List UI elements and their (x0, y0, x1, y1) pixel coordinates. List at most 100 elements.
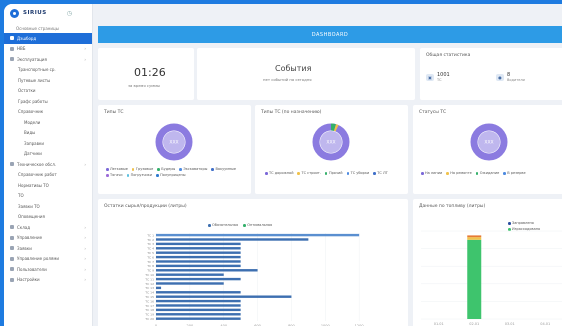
bar[interactable] (156, 269, 258, 272)
bar[interactable] (156, 313, 241, 316)
legend-item[interactable]: ТС ЛТ (373, 171, 388, 176)
sidebar-item[interactable]: Дэшборд (4, 33, 92, 44)
legend-item[interactable]: Вакуумные (211, 167, 236, 172)
bar[interactable] (156, 308, 241, 312)
legend-item[interactable]: ТС строит. (297, 171, 321, 176)
sidebar-item[interactable]: Заявки ТО (4, 201, 92, 212)
x-tick-label: 01.01 (434, 322, 444, 326)
clock-icon[interactable]: ◷ (67, 10, 72, 17)
stat-vehicles-label: ТС (437, 78, 442, 82)
remains-bar-chart: 0 200 400 600 800 1000 1200ТС 1ТС 2ТС 3ТС 4ТС … (144, 233, 364, 326)
legend-item[interactable]: Грузовые (131, 167, 153, 172)
bar[interactable] (156, 251, 241, 254)
sidebar-item[interactable]: Справочник работ (4, 170, 92, 181)
y-tick-label: ТС 3 (146, 242, 154, 246)
chevron-right-icon: › (84, 245, 86, 251)
stats-title: Общая статистика (426, 53, 471, 58)
app-window: SIRIUS ◷ Основные страницы Дэшборд НВБ › Эк… (4, 4, 562, 326)
sidebar-item-label: Нормативы ТО (18, 182, 49, 188)
sidebar-item[interactable]: Заправки (4, 138, 92, 149)
legend-item[interactable]: Экскаваторы (179, 167, 207, 172)
sidebar-item-label: Настройки (17, 277, 40, 283)
donut-center-value: XXX (169, 140, 178, 146)
remains-chart-card: Остатки сырья/продукции (литры) Обязател… (98, 199, 408, 326)
legend-item[interactable]: На линии (421, 171, 442, 176)
legend-item[interactable]: Полуприцепы (156, 173, 186, 178)
bar[interactable] (156, 264, 241, 268)
sidebar-item[interactable]: Путевые листы (4, 75, 92, 86)
sidebar-item[interactable]: НВБ › (4, 44, 92, 55)
bar[interactable] (156, 299, 241, 303)
logo[interactable]: SIRIUS ◷ (4, 4, 92, 22)
y-tick-label: ТС 12 (144, 282, 154, 286)
bar[interactable] (156, 304, 241, 307)
legend-item[interactable]: Легковые (106, 167, 128, 172)
sidebar-item[interactable]: Нормативы ТО (4, 180, 92, 191)
y-tick-label: ТС 19 (144, 313, 154, 317)
y-tick-label: ТС 18 (144, 308, 154, 312)
bar[interactable] (156, 295, 292, 298)
y-tick-label: ТС 11 (144, 277, 154, 281)
legend-item[interactable]: На ремонте (446, 171, 472, 176)
sidebar-item[interactable]: Остатки (4, 86, 92, 97)
legend-item[interactable]: Ожидание (475, 171, 499, 176)
sidebar-item-label: ТО (18, 193, 24, 199)
sidebar-item-label: Транспортные ср. (18, 67, 56, 73)
sidebar-item[interactable]: Модели (4, 117, 92, 128)
donut-center-value: XXX (326, 140, 335, 146)
donut-title: Статусы ТС (419, 110, 447, 115)
legend-item[interactable]: Прочий (324, 171, 343, 176)
y-tick-label: ТС 4 (146, 247, 154, 251)
y-tick-label: ТС 7 (146, 260, 154, 264)
bar-segment[interactable] (467, 239, 482, 319)
bar[interactable] (156, 273, 224, 276)
sidebar-item[interactable]: Техническое обсл. › (4, 159, 92, 170)
sidebar-item[interactable]: Виды (4, 128, 92, 139)
legend-item[interactable]: Будеры (157, 167, 175, 172)
bar[interactable] (156, 291, 241, 294)
legend-item[interactable]: Погрузчики (126, 173, 152, 178)
legend-item[interactable]: Тягачи (106, 173, 123, 178)
logo-icon (10, 8, 19, 18)
sidebar-item-label: Заявки (17, 245, 32, 251)
sidebar-item[interactable]: Заявки › (4, 243, 92, 254)
main-content: DASHBOARD 01:26 за время суммы События н… (93, 4, 562, 326)
bar[interactable] (156, 317, 241, 320)
sidebar-item[interactable]: ТО (4, 191, 92, 202)
donut-card-purpose: Типы ТС (по назначению) XXX ТС дорожной Т… (255, 105, 408, 194)
donut-title: Типы ТС (по назначению) (261, 110, 322, 115)
sidebar-item-label: Заправки (24, 140, 44, 146)
bar[interactable] (156, 286, 162, 290)
sidebar-item[interactable]: Транспортные ср. (4, 65, 92, 76)
sidebar-item[interactable]: Графс работы (4, 96, 92, 107)
sidebar-item[interactable]: Настройки › (4, 275, 92, 286)
menu-icon (10, 267, 14, 272)
sidebar-item[interactable]: Управление ролями › (4, 254, 92, 265)
donut-card-types: Типы ТС XXX Легковые Грузовые Будеры Экскав… (98, 105, 251, 194)
menu-icon (10, 256, 14, 261)
bar[interactable] (156, 247, 241, 250)
bar[interactable] (156, 282, 224, 285)
legend-item[interactable]: ТС дорожной (265, 171, 293, 176)
y-tick-label: ТС 9 (146, 269, 154, 273)
sidebar-item[interactable]: Справочник (4, 107, 92, 118)
chevron-right-icon: › (84, 46, 86, 52)
bar[interactable] (156, 242, 241, 246)
bar[interactable] (156, 233, 360, 237)
sidebar-item[interactable]: Склад › (4, 222, 92, 233)
bar[interactable] (156, 277, 241, 281)
bar[interactable] (156, 255, 241, 259)
y-tick-label: ТС 15 (144, 295, 154, 299)
sidebar-item[interactable]: Оповещения (4, 212, 92, 223)
legend-item[interactable]: ТС уборки (346, 171, 369, 176)
bar-segment[interactable] (467, 237, 482, 240)
bar[interactable] (156, 260, 241, 263)
sidebar-item[interactable]: Управление › (4, 233, 92, 244)
sidebar-item[interactable]: Эксплуатация › (4, 54, 92, 65)
bar[interactable] (156, 238, 309, 241)
sidebar-item[interactable]: Датчики (4, 149, 92, 160)
bar-segment[interactable] (467, 235, 482, 238)
sidebar-item[interactable]: Пользователи › (4, 264, 92, 275)
legend-item[interactable]: В резерве (503, 171, 526, 176)
menu-icon (10, 162, 14, 167)
